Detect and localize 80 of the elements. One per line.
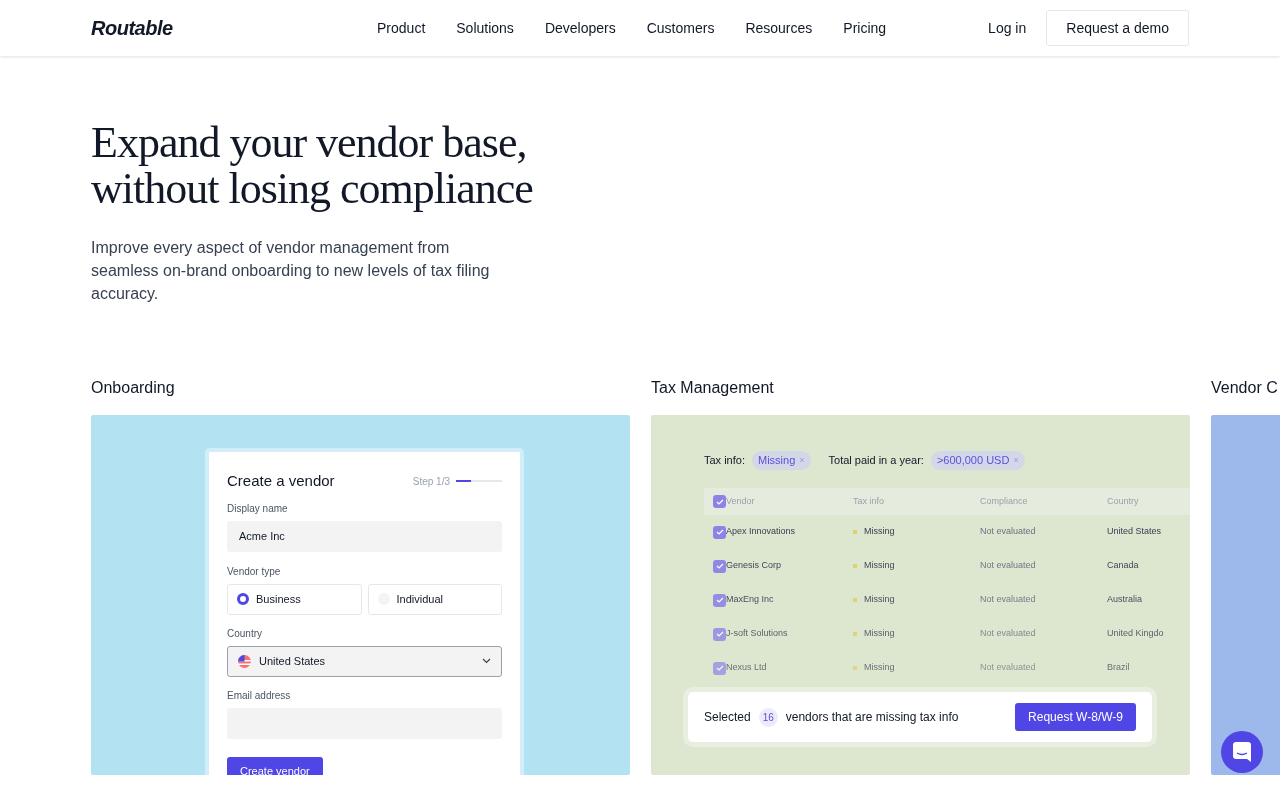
country-value: United States (259, 653, 326, 669)
selection-text: Selected (704, 709, 751, 726)
table-cell: Missing (864, 525, 895, 539)
field-label: Vendor type (227, 564, 282, 579)
table-cell: Not evaluated (980, 525, 1036, 539)
vendor-type-option[interactable]: Business (227, 583, 362, 615)
nav-link[interactable]: Product (377, 17, 426, 39)
field-label: Email address (227, 688, 292, 703)
request-forms-button[interactable]: Request W-8/W-9 (1015, 703, 1136, 731)
vendor-type-option[interactable]: Individual (367, 583, 502, 615)
table-cell: Apex Innovations (726, 525, 796, 539)
table-cell: Missing (864, 627, 895, 641)
table-cell: Not evaluated (980, 627, 1036, 641)
radio-icon (237, 593, 249, 605)
table-cell: Canada (1107, 559, 1139, 573)
nav-link[interactable]: Customers (646, 17, 715, 39)
step-label: Step 1/3 (412, 474, 450, 489)
filter-label: Tax info: (704, 453, 745, 469)
table-cell: Missing (864, 661, 895, 675)
chip-text: Missing (757, 453, 796, 469)
chip-text: >600,000 USD (936, 453, 1010, 469)
hero-heading: Expand your vendor base, without losing compliance (91, 120, 534, 212)
selection-text: vendors that are missing tax info (785, 709, 959, 726)
section-heading: Vendor C (1211, 378, 1279, 396)
option-label: Business (256, 591, 301, 607)
checkbox[interactable] (713, 593, 726, 607)
check-icon (715, 562, 724, 570)
table-cell: Not evaluated (980, 593, 1036, 607)
create-vendor-button[interactable]: Create vendor (227, 756, 323, 775)
logo[interactable]: Routable (91, 13, 173, 43)
checkbox[interactable] (713, 627, 726, 641)
table-cell: Not evaluated (980, 661, 1036, 675)
table-cell: United States (1107, 525, 1162, 539)
table-cell: MaxEng Inc (726, 593, 774, 607)
nav-link[interactable]: Pricing (843, 17, 887, 39)
column-header: Tax info (853, 494, 886, 508)
column-header: Compliance (980, 494, 1029, 508)
check-icon (715, 497, 724, 506)
remove-icon: × (1013, 453, 1019, 468)
table-cell: Australia (1107, 593, 1142, 607)
form-title: Create a vendor (227, 471, 335, 491)
filter-label: Total paid in a year: (828, 453, 924, 469)
table-cell: Missing (864, 593, 895, 607)
filter-chip[interactable]: >600,000 USD × (930, 451, 1025, 470)
table-cell: Not evaluated (980, 559, 1036, 573)
table-cell: Nexus Ltd (726, 661, 767, 675)
section-heading: Onboarding (91, 378, 176, 396)
table-cell: Missing (864, 559, 895, 573)
check-icon (715, 630, 724, 638)
flag-icon (238, 654, 251, 668)
country-select[interactable]: United States (227, 645, 502, 677)
chevron-down-icon (482, 658, 491, 664)
section-heading: Tax Management (651, 378, 775, 396)
field-label: Display name (227, 501, 289, 516)
check-icon (715, 596, 724, 604)
table-cell: United Kingdo (1107, 627, 1164, 641)
table-cell: Brazil (1107, 661, 1130, 675)
check-icon (715, 528, 724, 536)
nav-link[interactable]: Solutions (456, 17, 514, 39)
field-label: Country (227, 626, 263, 641)
display-name-field[interactable]: Acme Inc (227, 520, 502, 552)
request-demo-button[interactable]: Request a demo (1046, 10, 1189, 46)
column-header: Country (1107, 494, 1140, 508)
check-icon (715, 664, 724, 672)
checkbox[interactable] (713, 559, 726, 573)
nav-link[interactable]: Developers (544, 17, 616, 39)
checkbox[interactable] (713, 495, 726, 508)
table-cell: J-soft Solutions (726, 627, 788, 641)
option-label: Individual (396, 591, 443, 607)
filter-chip[interactable]: Missing × (751, 451, 811, 470)
checkbox[interactable] (713, 525, 726, 539)
nav-link[interactable]: Resources (745, 17, 813, 39)
chat-icon (1233, 742, 1251, 762)
count-badge: 16 (758, 707, 778, 727)
login-link[interactable]: Log in (988, 17, 1027, 39)
remove-icon: × (799, 453, 805, 468)
checkbox[interactable] (713, 661, 726, 675)
hero-description: Improve every aspect of vendor management from seamless on-brand onboarding to new levels of tax filing accuracy. (91, 238, 491, 304)
table-cell: Genesis Corp (726, 559, 782, 573)
column-header: Vendor (726, 494, 756, 508)
